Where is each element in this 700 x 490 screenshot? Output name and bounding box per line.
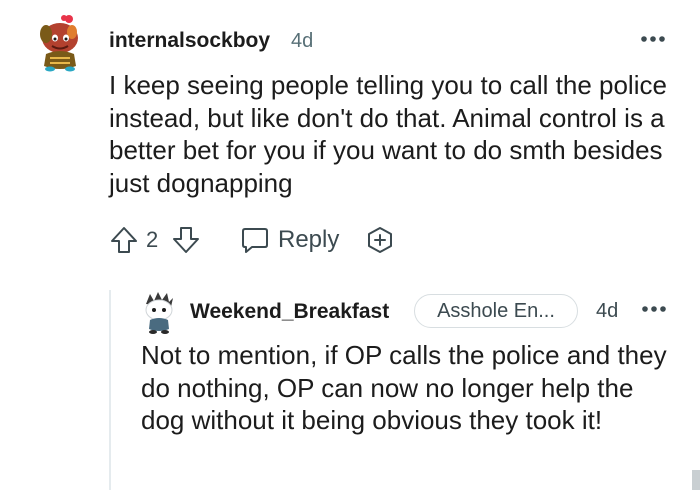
reply-body: Not to mention, if OP calls the police a… bbox=[141, 340, 667, 435]
comment-actions: 2 Reply bbox=[108, 222, 528, 258]
reply-button[interactable]: Reply bbox=[240, 222, 350, 258]
user-flair[interactable]: Asshole En... bbox=[414, 294, 578, 328]
comment-body: I keep seeing people telling you to call… bbox=[109, 70, 667, 198]
reply-author[interactable]: Weekend_Breakfast bbox=[190, 300, 389, 324]
comment-age[interactable]: 4d bbox=[291, 30, 313, 53]
ellipsis-icon bbox=[641, 36, 665, 42]
more-options-button[interactable] bbox=[638, 28, 668, 50]
snoo-avatar-icon bbox=[145, 292, 173, 334]
avatar[interactable] bbox=[36, 14, 84, 72]
snoo-avatar-icon bbox=[40, 15, 78, 72]
speech-bubble-icon bbox=[242, 228, 268, 253]
vote-score: 2 bbox=[146, 227, 159, 252]
avatar[interactable] bbox=[142, 292, 176, 334]
ellipsis-icon bbox=[642, 306, 666, 312]
thread-line[interactable] bbox=[109, 290, 111, 490]
scrollbar[interactable] bbox=[692, 470, 700, 490]
more-options-button[interactable] bbox=[640, 298, 668, 320]
arrow-up-icon bbox=[111, 227, 137, 253]
award-button[interactable] bbox=[364, 224, 396, 256]
plus-circle-icon bbox=[368, 227, 392, 253]
comment-author[interactable]: internalsockboy bbox=[109, 29, 270, 53]
arrow-down-icon bbox=[173, 227, 199, 253]
downvote-button[interactable] bbox=[170, 224, 202, 256]
comment-thread: internalsockboy 4d I keep seeing people … bbox=[0, 0, 700, 490]
reply-label: Reply bbox=[278, 226, 340, 253]
upvote-button[interactable] bbox=[108, 224, 140, 256]
reply-age[interactable]: 4d bbox=[596, 300, 618, 323]
